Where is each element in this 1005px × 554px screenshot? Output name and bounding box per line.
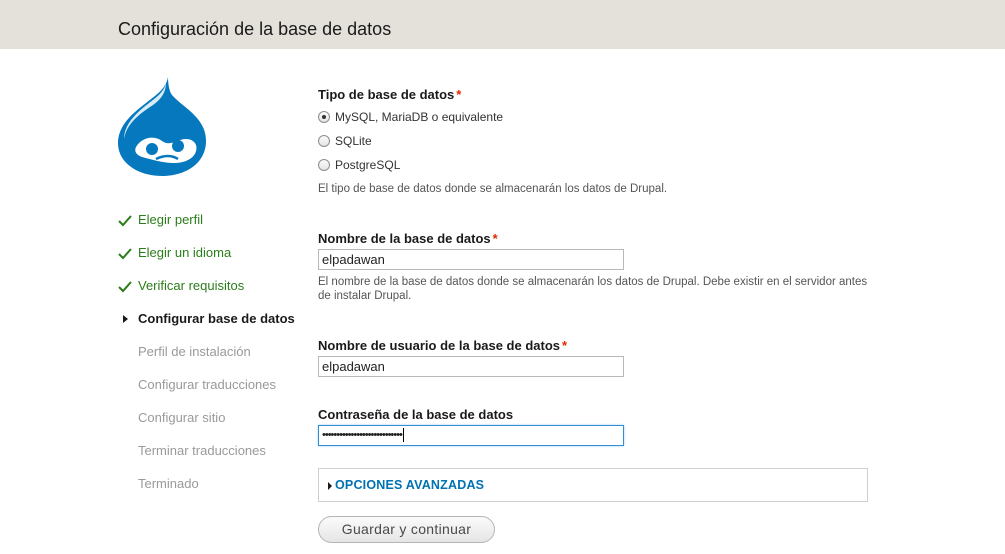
db-user-label-text: Nombre de usuario de la base de datos [318,338,561,353]
step-install-profile: Perfil de instalación [118,342,295,375]
db-name-description: El nombre de la base de datos donde se a… [318,276,868,302]
db-user-label: Nombre de usuario de la base de datos * [318,338,567,354]
db-pass-label: Contraseña de la base de datos [318,407,514,422]
db-name-input[interactable]: elpadawan [318,249,624,270]
db-type-label: Tipo de base de datos * [318,87,461,103]
expand-triangle-icon [328,482,332,490]
step-configure-site: Configurar sitio [118,408,295,441]
masked-password: •••••••••••••••••••••••••••• [322,429,403,441]
step-label: Terminar traducciones [138,443,266,458]
advanced-options-fieldset[interactable]: OPCIONES AVANZADAS [318,468,868,502]
current-step-arrow-icon [123,315,128,323]
db-name-label: Nombre de la base de datos * [318,231,498,247]
radio-label: MySQL, MariaDB o equivalente [335,110,504,124]
drupal-drop-logo-icon [118,77,206,176]
check-icon [118,248,132,260]
step-label: Configurar traducciones [138,377,277,392]
radio-label: SQLite [335,134,372,148]
step-verify-requirements: Verificar requisitos [118,276,295,309]
check-icon [118,215,132,227]
step-label: Configurar sitio [138,410,226,425]
required-mark: * [562,338,568,353]
step-label: Verificar requisitos [138,278,245,293]
install-steps: Elegir perfil Elegir un idioma Verificar… [118,210,295,507]
db-type-label-text: Tipo de base de datos [318,87,455,102]
radio-option-sqlite[interactable]: SQLite [318,132,372,150]
page-header: Configuración de la base de datos [0,0,1005,49]
page-title: Configuración de la base de datos [118,19,392,39]
db-name-label-text: Nombre de la base de datos [318,231,491,246]
step-label: Configurar base de datos [138,311,295,326]
step-configure-database: Configurar base de datos [118,309,295,342]
db-type-description: El tipo de base de datos donde se almace… [318,183,668,195]
radio-option-postgresql[interactable]: PostgreSQL [318,156,400,174]
text-caret [402,428,404,443]
step-label: Elegir un idioma [138,245,232,260]
radio-option-mysql[interactable]: MySQL, MariaDB o equivalente [318,108,503,126]
step-finish-translations: Terminar traducciones [118,441,295,474]
db-user-input[interactable]: elpadawan [318,356,624,377]
save-and-continue-button[interactable]: Guardar y continuar [318,516,495,543]
radio-button[interactable] [318,111,330,123]
check-icon [118,281,132,293]
required-mark: * [456,87,462,102]
step-label: Perfil de instalación [138,344,251,359]
radio-label: PostgreSQL [335,158,401,172]
step-choose-language: Elegir un idioma [118,243,295,276]
step-configure-translations: Configurar traducciones [118,375,295,408]
step-label: Elegir perfil [138,212,204,227]
radio-button[interactable] [318,135,330,147]
radio-button[interactable] [318,159,330,171]
db-pass-input[interactable]: •••••••••••••••••••••••••••• [318,425,624,446]
advanced-options-toggle[interactable]: OPCIONES AVANZADAS [335,478,484,492]
step-finished: Terminado [118,474,295,507]
step-choose-profile: Elegir perfil [118,210,295,243]
step-label: Terminado [138,476,199,491]
required-mark: * [492,231,498,246]
